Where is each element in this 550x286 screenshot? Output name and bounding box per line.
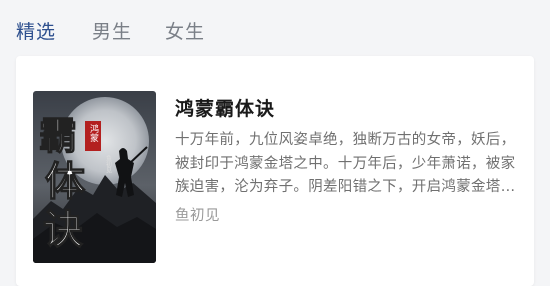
book-description: 十万年前，九位风姿卓绝，独断万古的女帝，妖后，被封印于鸿蒙金塔之中。十万年后，少… bbox=[175, 132, 516, 195]
tab-female[interactable]: 女生 bbox=[165, 18, 205, 46]
cover-title-char-3: 诀 bbox=[43, 206, 83, 253]
cover-side-text: 鱼初见 bbox=[105, 154, 112, 174]
book-card[interactable]: 霸 体 诀 鸿蒙 鱼初见 鸿蒙霸体诀 十万年前，九位风姿卓绝，独断万古的女帝，妖… bbox=[16, 56, 534, 286]
tab-male[interactable]: 男生 bbox=[92, 18, 132, 46]
book-cover-art: 霸 体 诀 鸿蒙 鱼初见 bbox=[33, 91, 156, 263]
book-author[interactable]: 鱼初见 bbox=[175, 205, 220, 227]
category-tab-bar: 精选 男生 女生 bbox=[0, 0, 550, 56]
cover-seal-text: 鸿蒙 bbox=[88, 123, 99, 142]
cover-title-char-1: 霸 bbox=[39, 113, 77, 158]
book-title[interactable]: 鸿蒙霸体诀 bbox=[175, 96, 275, 122]
book-cover[interactable]: 霸 体 诀 鸿蒙 鱼初见 bbox=[33, 91, 156, 263]
cover-title-char-2: 体 bbox=[45, 158, 85, 205]
tab-featured[interactable]: 精选 bbox=[16, 18, 56, 46]
